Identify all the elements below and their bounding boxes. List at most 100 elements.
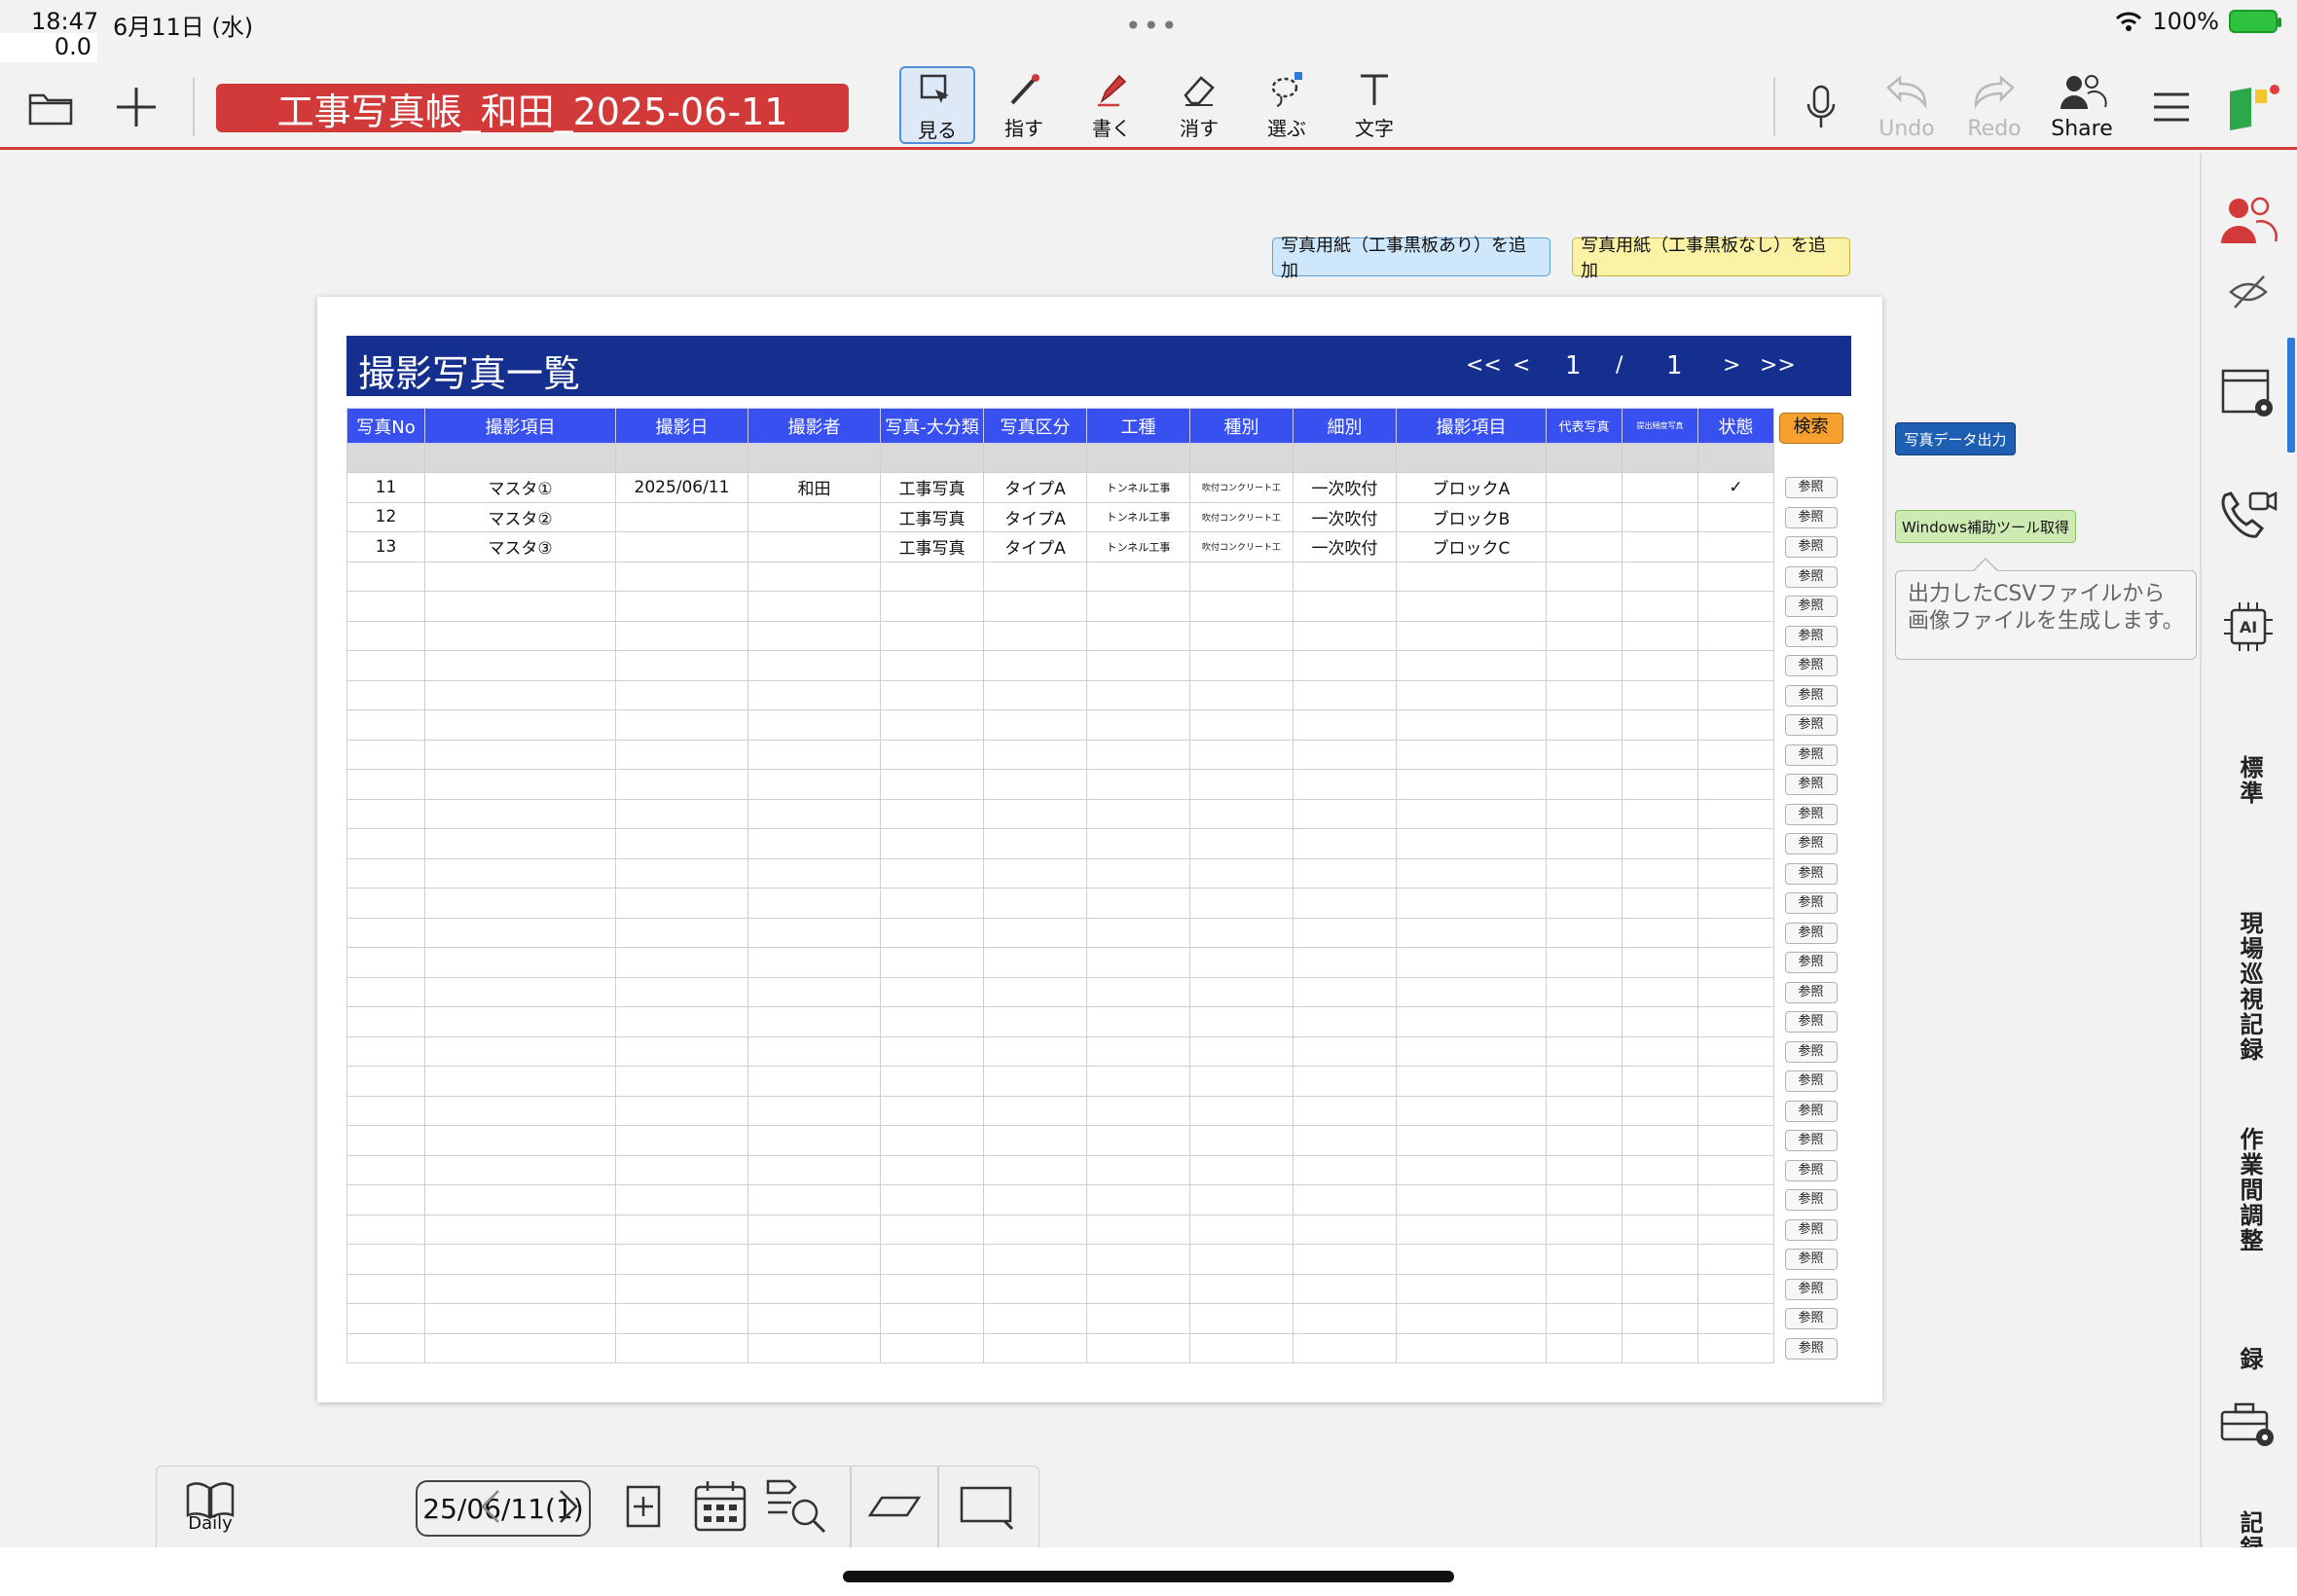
table-row[interactable]: 参照	[346, 1035, 1848, 1067]
table-row[interactable]: 参照	[346, 1214, 1848, 1245]
pager-prev-button[interactable]: <	[1513, 353, 1530, 378]
next-page-icon[interactable]	[544, 1476, 593, 1537]
view-button[interactable]: 参照	[1784, 536, 1838, 559]
tool-erase[interactable]: 消す	[1161, 66, 1237, 144]
filter-cell[interactable]	[1396, 443, 1547, 473]
tool-write[interactable]: 書く	[1074, 66, 1149, 144]
view-button[interactable]: 参照	[1784, 1040, 1838, 1063]
get-windows-tool-button[interactable]: Windows補助ツール取得	[1895, 510, 2076, 543]
filter-cell[interactable]	[880, 443, 984, 473]
page-layout-icon[interactable]	[861, 1476, 930, 1537]
calendar-settings-icon[interactable]	[2217, 362, 2279, 424]
pager-next-button[interactable]: >	[1723, 353, 1740, 378]
redo-button[interactable]: Redo	[1960, 72, 2028, 141]
filter-cell[interactable]	[983, 443, 1087, 473]
toolbox-settings-icon[interactable]	[2217, 1392, 2279, 1454]
view-button[interactable]: 参照	[1784, 803, 1838, 825]
filter-cell[interactable]	[1189, 443, 1294, 473]
table-row[interactable]: 参照	[346, 1006, 1848, 1037]
view-button[interactable]: 参照	[1784, 833, 1838, 855]
table-row[interactable]: 参照	[346, 1125, 1848, 1156]
view-button[interactable]: 参照	[1784, 981, 1838, 1003]
view-button[interactable]: 参照	[1784, 952, 1838, 974]
microphone-icon[interactable]	[1797, 78, 1845, 136]
add-page-icon[interactable]	[614, 1476, 673, 1537]
table-row[interactable]: 参照	[346, 917, 1848, 948]
folder-icon[interactable]	[23, 78, 78, 136]
table-row[interactable]: 参照	[346, 1332, 1848, 1363]
view-button[interactable]: 参照	[1784, 1100, 1838, 1122]
calendar-icon[interactable]	[688, 1476, 752, 1537]
view-button[interactable]: 参照	[1784, 596, 1838, 618]
filter-cell[interactable]	[1622, 443, 1698, 473]
table-row[interactable]: 参照	[346, 739, 1848, 770]
table-row[interactable]: 参照	[346, 620, 1848, 651]
table-row[interactable]: 参照	[346, 1244, 1848, 1275]
members-icon[interactable]	[2217, 191, 2279, 253]
filter-cell[interactable]	[747, 443, 881, 473]
tool-view[interactable]: 見る	[899, 66, 975, 144]
view-button[interactable]: 参照	[1784, 892, 1838, 915]
pager-first-button[interactable]: <<	[1466, 353, 1502, 378]
view-button[interactable]: 参照	[1784, 922, 1838, 944]
table-row[interactable]: 参照	[346, 650, 1848, 681]
view-button[interactable]: 参照	[1784, 625, 1838, 647]
pager-last-button[interactable]: >>	[1760, 353, 1796, 378]
add-photo-sheet-without-board-button[interactable]: 写真用紙（工事黒板なし）を追加	[1572, 236, 1850, 281]
app-logo-icon[interactable]	[2225, 78, 2283, 136]
view-button[interactable]: 参照	[1784, 1130, 1838, 1152]
video-call-icon[interactable]	[2217, 485, 2279, 547]
document-title[interactable]: 工事写真帳_和田_2025-06-11	[216, 84, 849, 133]
table-row[interactable]: 13 マスタ③ 工事写真 タイプA トンネル工事 吹付コンクリート工 一次吹付 ブロックC 参照	[346, 531, 1848, 562]
view-button[interactable]: 参照	[1784, 1189, 1838, 1212]
filter-cell[interactable]	[424, 443, 616, 473]
table-row[interactable]: 12 マスタ② 工事写真 タイプA トンネル工事 吹付コンクリート工 一次吹付 ブロックB 参照	[346, 501, 1848, 532]
undo-button[interactable]: Undo	[1873, 72, 1941, 141]
add-photo-sheet-with-board-button[interactable]: 写真用紙（工事黒板あり）を追加	[1272, 236, 1550, 281]
view-button[interactable]: 参照	[1784, 1218, 1838, 1241]
view-button[interactable]: 参照	[1784, 774, 1838, 796]
add-icon[interactable]	[109, 78, 164, 136]
table-row[interactable]: 参照	[346, 798, 1848, 829]
tag-search-icon[interactable]	[762, 1476, 830, 1537]
view-button[interactable]: 参照	[1784, 1011, 1838, 1034]
view-button[interactable]: 参照	[1784, 1159, 1838, 1181]
side-tab-record-partial[interactable]: 録	[2232, 1347, 2267, 1372]
filter-cell[interactable]	[346, 443, 425, 473]
table-row[interactable]: 参照	[346, 828, 1848, 859]
search-button[interactable]: 検索	[1778, 412, 1843, 444]
table-row[interactable]: 参照	[346, 561, 1848, 592]
table-row[interactable]: 参照	[346, 1066, 1848, 1097]
table-row[interactable]: 11 マスタ① 2025/06/11 和田 工事写真 タイプA トンネル工事 吹付コンクリート…	[346, 472, 1848, 503]
table-row[interactable]: 参照	[346, 888, 1848, 919]
view-button[interactable]: 参照	[1784, 1278, 1838, 1300]
menu-icon[interactable]	[2147, 78, 2196, 136]
table-row[interactable]: 参照	[346, 709, 1848, 741]
page-view-icon[interactable]	[949, 1476, 1027, 1537]
view-button[interactable]: 参照	[1784, 506, 1838, 528]
home-indicator[interactable]	[843, 1571, 1454, 1582]
previous-page-icon[interactable]	[466, 1476, 515, 1537]
table-row[interactable]: 参照	[346, 1095, 1848, 1126]
tool-select[interactable]: 選ぶ	[1249, 66, 1325, 144]
view-button[interactable]: 参照	[1784, 655, 1838, 677]
view-button[interactable]: 参照	[1784, 1337, 1838, 1360]
table-row[interactable]: 参照	[346, 857, 1848, 889]
view-button[interactable]: 参照	[1784, 1070, 1838, 1093]
table-row[interactable]: 参照	[346, 947, 1848, 978]
table-row[interactable]: 参照	[346, 1154, 1848, 1185]
export-photo-data-button[interactable]: 写真データ出力	[1895, 422, 2016, 455]
tool-text[interactable]: 文字	[1336, 66, 1412, 144]
view-button[interactable]: 参照	[1784, 1308, 1838, 1330]
table-row[interactable]: 参照	[346, 1184, 1848, 1215]
ai-chip-icon[interactable]: AI	[2217, 596, 2279, 658]
view-button[interactable]: 参照	[1784, 1249, 1838, 1271]
filter-cell[interactable]	[1546, 443, 1622, 473]
filter-cell[interactable]	[1697, 443, 1774, 473]
view-button[interactable]: 参照	[1784, 565, 1838, 588]
table-row[interactable]: 参照	[346, 1273, 1848, 1304]
tool-point[interactable]: 指す	[986, 66, 1062, 144]
share-button[interactable]: Share	[2048, 72, 2116, 141]
multitask-dots-icon[interactable]: •••	[1125, 10, 1180, 42]
side-tab-work-coordination[interactable]: 作業間調整	[2232, 1127, 2267, 1253]
